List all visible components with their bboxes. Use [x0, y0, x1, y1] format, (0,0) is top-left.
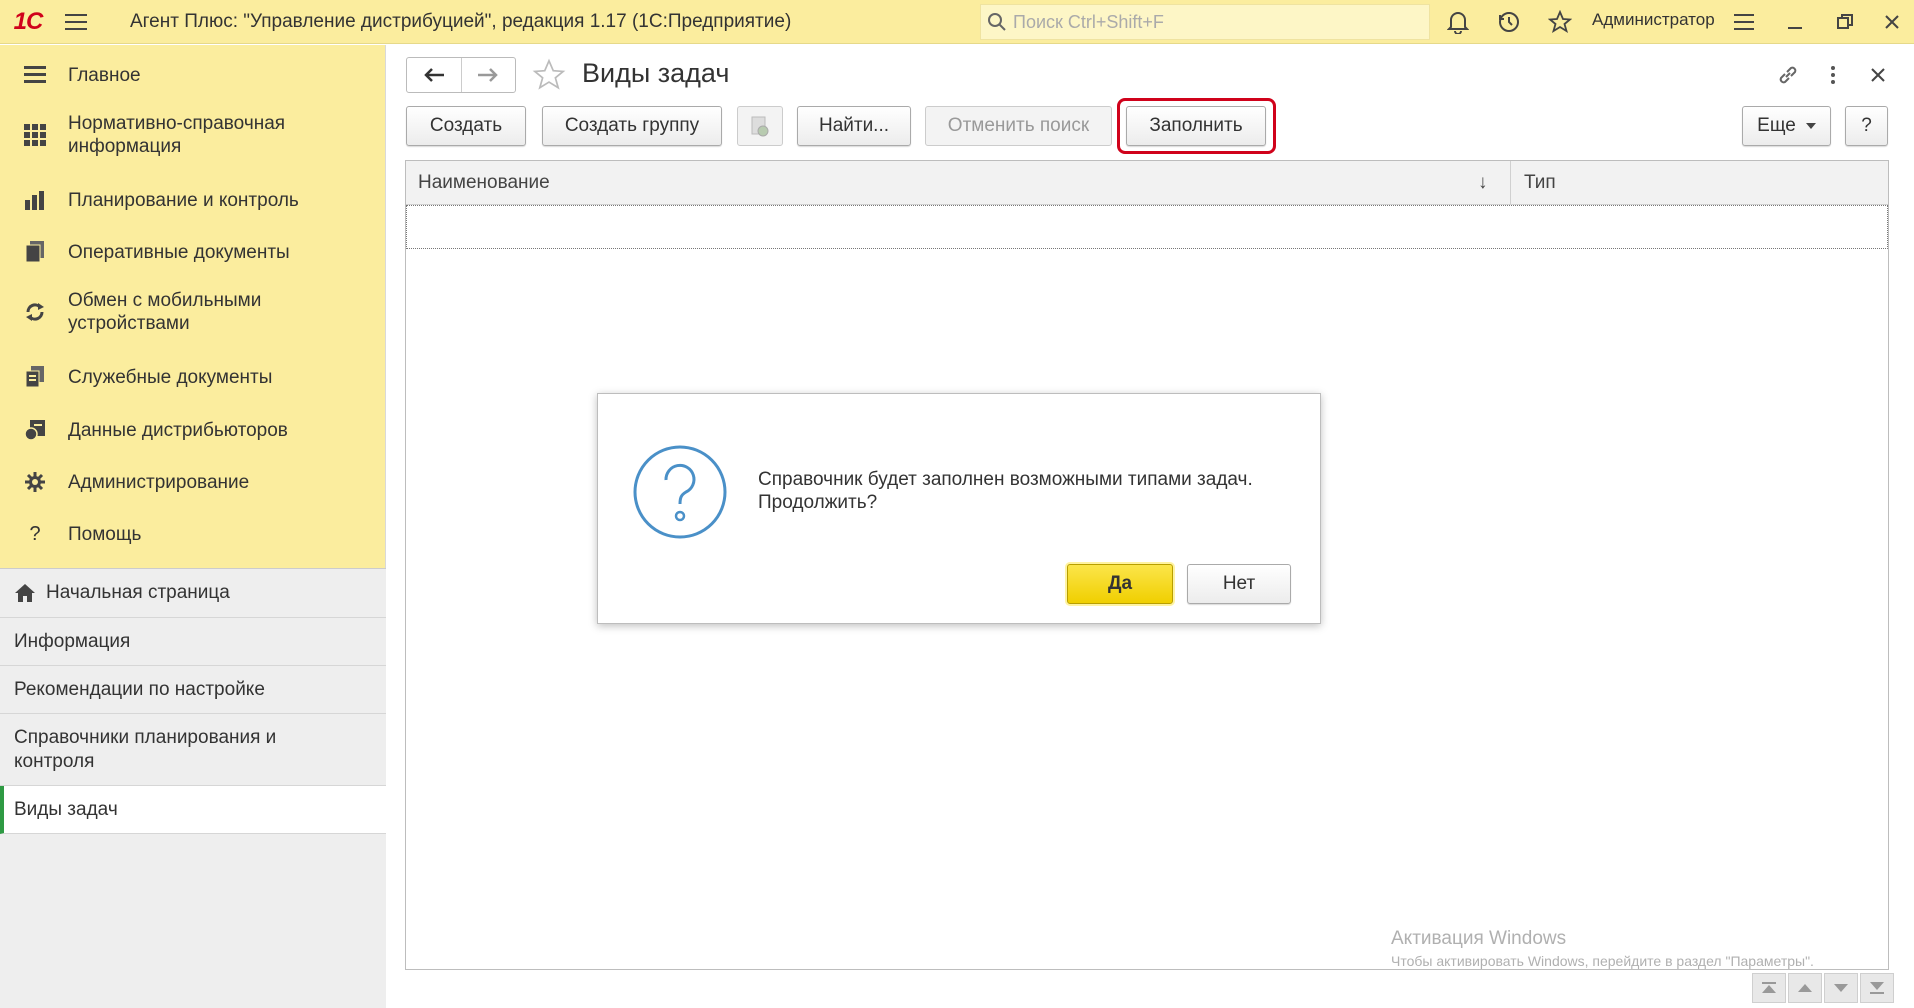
sync-icon	[22, 299, 48, 325]
help-button[interactable]: ?	[1845, 106, 1888, 146]
table-scroll-buttons	[1752, 973, 1894, 1003]
scroll-up-icon[interactable]	[1788, 973, 1822, 1003]
forward-arrow-icon[interactable]	[462, 58, 516, 92]
section-distributor-data[interactable]: Данные дистрибьюторов	[0, 408, 386, 452]
yes-button[interactable]: Да	[1067, 564, 1173, 604]
close-window-icon[interactable]	[1877, 7, 1907, 37]
column-name-header[interactable]: Наименование	[418, 161, 550, 205]
chevron-down-icon	[1805, 123, 1816, 129]
app-title: Агент Плюс: "Управление дистрибуцией", р…	[130, 10, 792, 32]
more-label: Еще	[1757, 115, 1796, 136]
section-label: Обмен с мобильными устройствами	[68, 290, 262, 334]
scroll-down-icon[interactable]	[1824, 973, 1858, 1003]
no-button[interactable]: Нет	[1187, 564, 1291, 604]
user-name[interactable]: Администратор	[1592, 10, 1715, 30]
history-icon[interactable]	[1494, 7, 1524, 37]
question-icon: ?	[29, 522, 41, 545]
navigation-buttons	[406, 57, 516, 93]
close-form-icon[interactable]	[1863, 60, 1893, 90]
favorites-star-icon[interactable]	[1545, 7, 1575, 37]
sections-panel: Главное Нормативно-справочная информация…	[0, 45, 386, 1008]
link-icon[interactable]	[1773, 60, 1803, 90]
section-label: Служебные документы	[68, 366, 273, 388]
section-label: Оперативные документы	[68, 241, 290, 263]
windows-activation-watermark: Активация Windows Чтобы активировать Win…	[1391, 928, 1814, 969]
section-reference-info[interactable]: Нормативно-справочная информация	[0, 105, 386, 165]
section-planning[interactable]: Планирование и контроль	[0, 178, 386, 222]
column-type-header[interactable]: Тип	[1524, 161, 1556, 205]
open-windows-list: Начальная страница Информация Рекомендац…	[0, 568, 386, 1008]
open-item-label: Рекомендации по настройке	[14, 678, 265, 700]
search-input[interactable]: Поиск Ctrl+Shift+F	[980, 4, 1430, 40]
bell-icon[interactable]	[1443, 7, 1473, 37]
watermark-title: Активация Windows	[1391, 928, 1567, 949]
dialog-message: Справочник будет заполнен возможными тип…	[758, 469, 1253, 513]
minimize-icon[interactable]	[1780, 7, 1810, 37]
find-button[interactable]: Найти...	[797, 106, 911, 146]
title-bar: 1С Агент Плюс: "Управление дистрибуцией"…	[0, 0, 1914, 44]
main-menu-icon[interactable]	[56, 0, 96, 44]
distributor-data-icon	[22, 417, 48, 443]
fill-button-highlight	[1117, 98, 1276, 154]
scroll-to-bottom-icon[interactable]	[1860, 973, 1894, 1003]
cancel-search-button[interactable]: Отменить поиск	[925, 106, 1112, 146]
section-label: Главное	[68, 64, 141, 86]
watermark-subtitle: Чтобы активировать Windows, перейдите в …	[1391, 953, 1814, 969]
back-arrow-icon[interactable]	[407, 58, 462, 92]
menu-lines-icon	[22, 62, 48, 88]
service-documents-icon	[22, 364, 48, 390]
section-help[interactable]: ? Помощь	[0, 512, 386, 556]
section-operational-documents[interactable]: Оперативные документы	[0, 230, 386, 274]
bar-chart-icon	[22, 187, 48, 213]
grid-icon	[22, 122, 48, 148]
open-item-task-types[interactable]: Виды задач	[0, 786, 386, 834]
table-row[interactable]	[406, 205, 1888, 249]
open-item-label: Справочники планирования и контроля	[14, 726, 277, 772]
section-main[interactable]: Главное	[0, 53, 386, 97]
search-placeholder: Поиск Ctrl+Shift+F	[1013, 11, 1164, 32]
documents-icon	[22, 239, 48, 265]
copy-icon	[751, 116, 769, 137]
question-circle-icon	[632, 444, 728, 545]
open-item-home[interactable]: Начальная страница	[0, 569, 386, 618]
gear-icon	[22, 469, 48, 495]
copy-button[interactable]	[737, 106, 783, 146]
section-label: Данные дистрибьюторов	[68, 419, 288, 441]
open-item-label: Виды задач	[14, 798, 118, 820]
scroll-to-top-icon[interactable]	[1752, 973, 1786, 1003]
confirm-dialog: Справочник будет заполнен возможными тип…	[597, 393, 1321, 624]
section-label: Администрирование	[68, 471, 250, 493]
create-group-button[interactable]: Создать группу	[542, 106, 722, 146]
open-item-label: Информация	[14, 630, 131, 652]
favorite-star-icon[interactable]	[532, 58, 566, 97]
section-label: Нормативно-справочная информация	[68, 113, 286, 157]
open-item-label: Начальная страница	[46, 582, 230, 603]
section-label: Помощь	[68, 523, 142, 545]
section-service-documents[interactable]: Служебные документы	[0, 355, 386, 399]
section-administration[interactable]: Администрирование	[0, 460, 386, 504]
home-icon	[15, 584, 35, 602]
settings-lines-icon[interactable]	[1729, 7, 1759, 37]
create-button[interactable]: Создать	[406, 106, 526, 146]
restore-icon[interactable]	[1830, 7, 1860, 37]
more-vertical-icon[interactable]	[1818, 60, 1848, 90]
more-button[interactable]: Еще	[1742, 106, 1831, 146]
search-icon	[988, 13, 1006, 31]
page-title: Виды задач	[582, 58, 730, 88]
table-header: Наименование ↓ Тип	[406, 161, 1888, 205]
open-item-information[interactable]: Информация	[0, 618, 386, 666]
section-mobile-exchange[interactable]: Обмен с мобильными устройствами	[0, 282, 386, 342]
1c-logo[interactable]: 1С	[0, 0, 56, 44]
open-item-recommendations[interactable]: Рекомендации по настройке	[0, 666, 386, 714]
section-label: Планирование и контроль	[68, 189, 299, 211]
column-divider[interactable]	[1510, 161, 1511, 205]
open-item-planning-catalogs[interactable]: Справочники планирования и контроля	[0, 714, 386, 786]
sort-indicator: ↓	[1478, 172, 1488, 193]
